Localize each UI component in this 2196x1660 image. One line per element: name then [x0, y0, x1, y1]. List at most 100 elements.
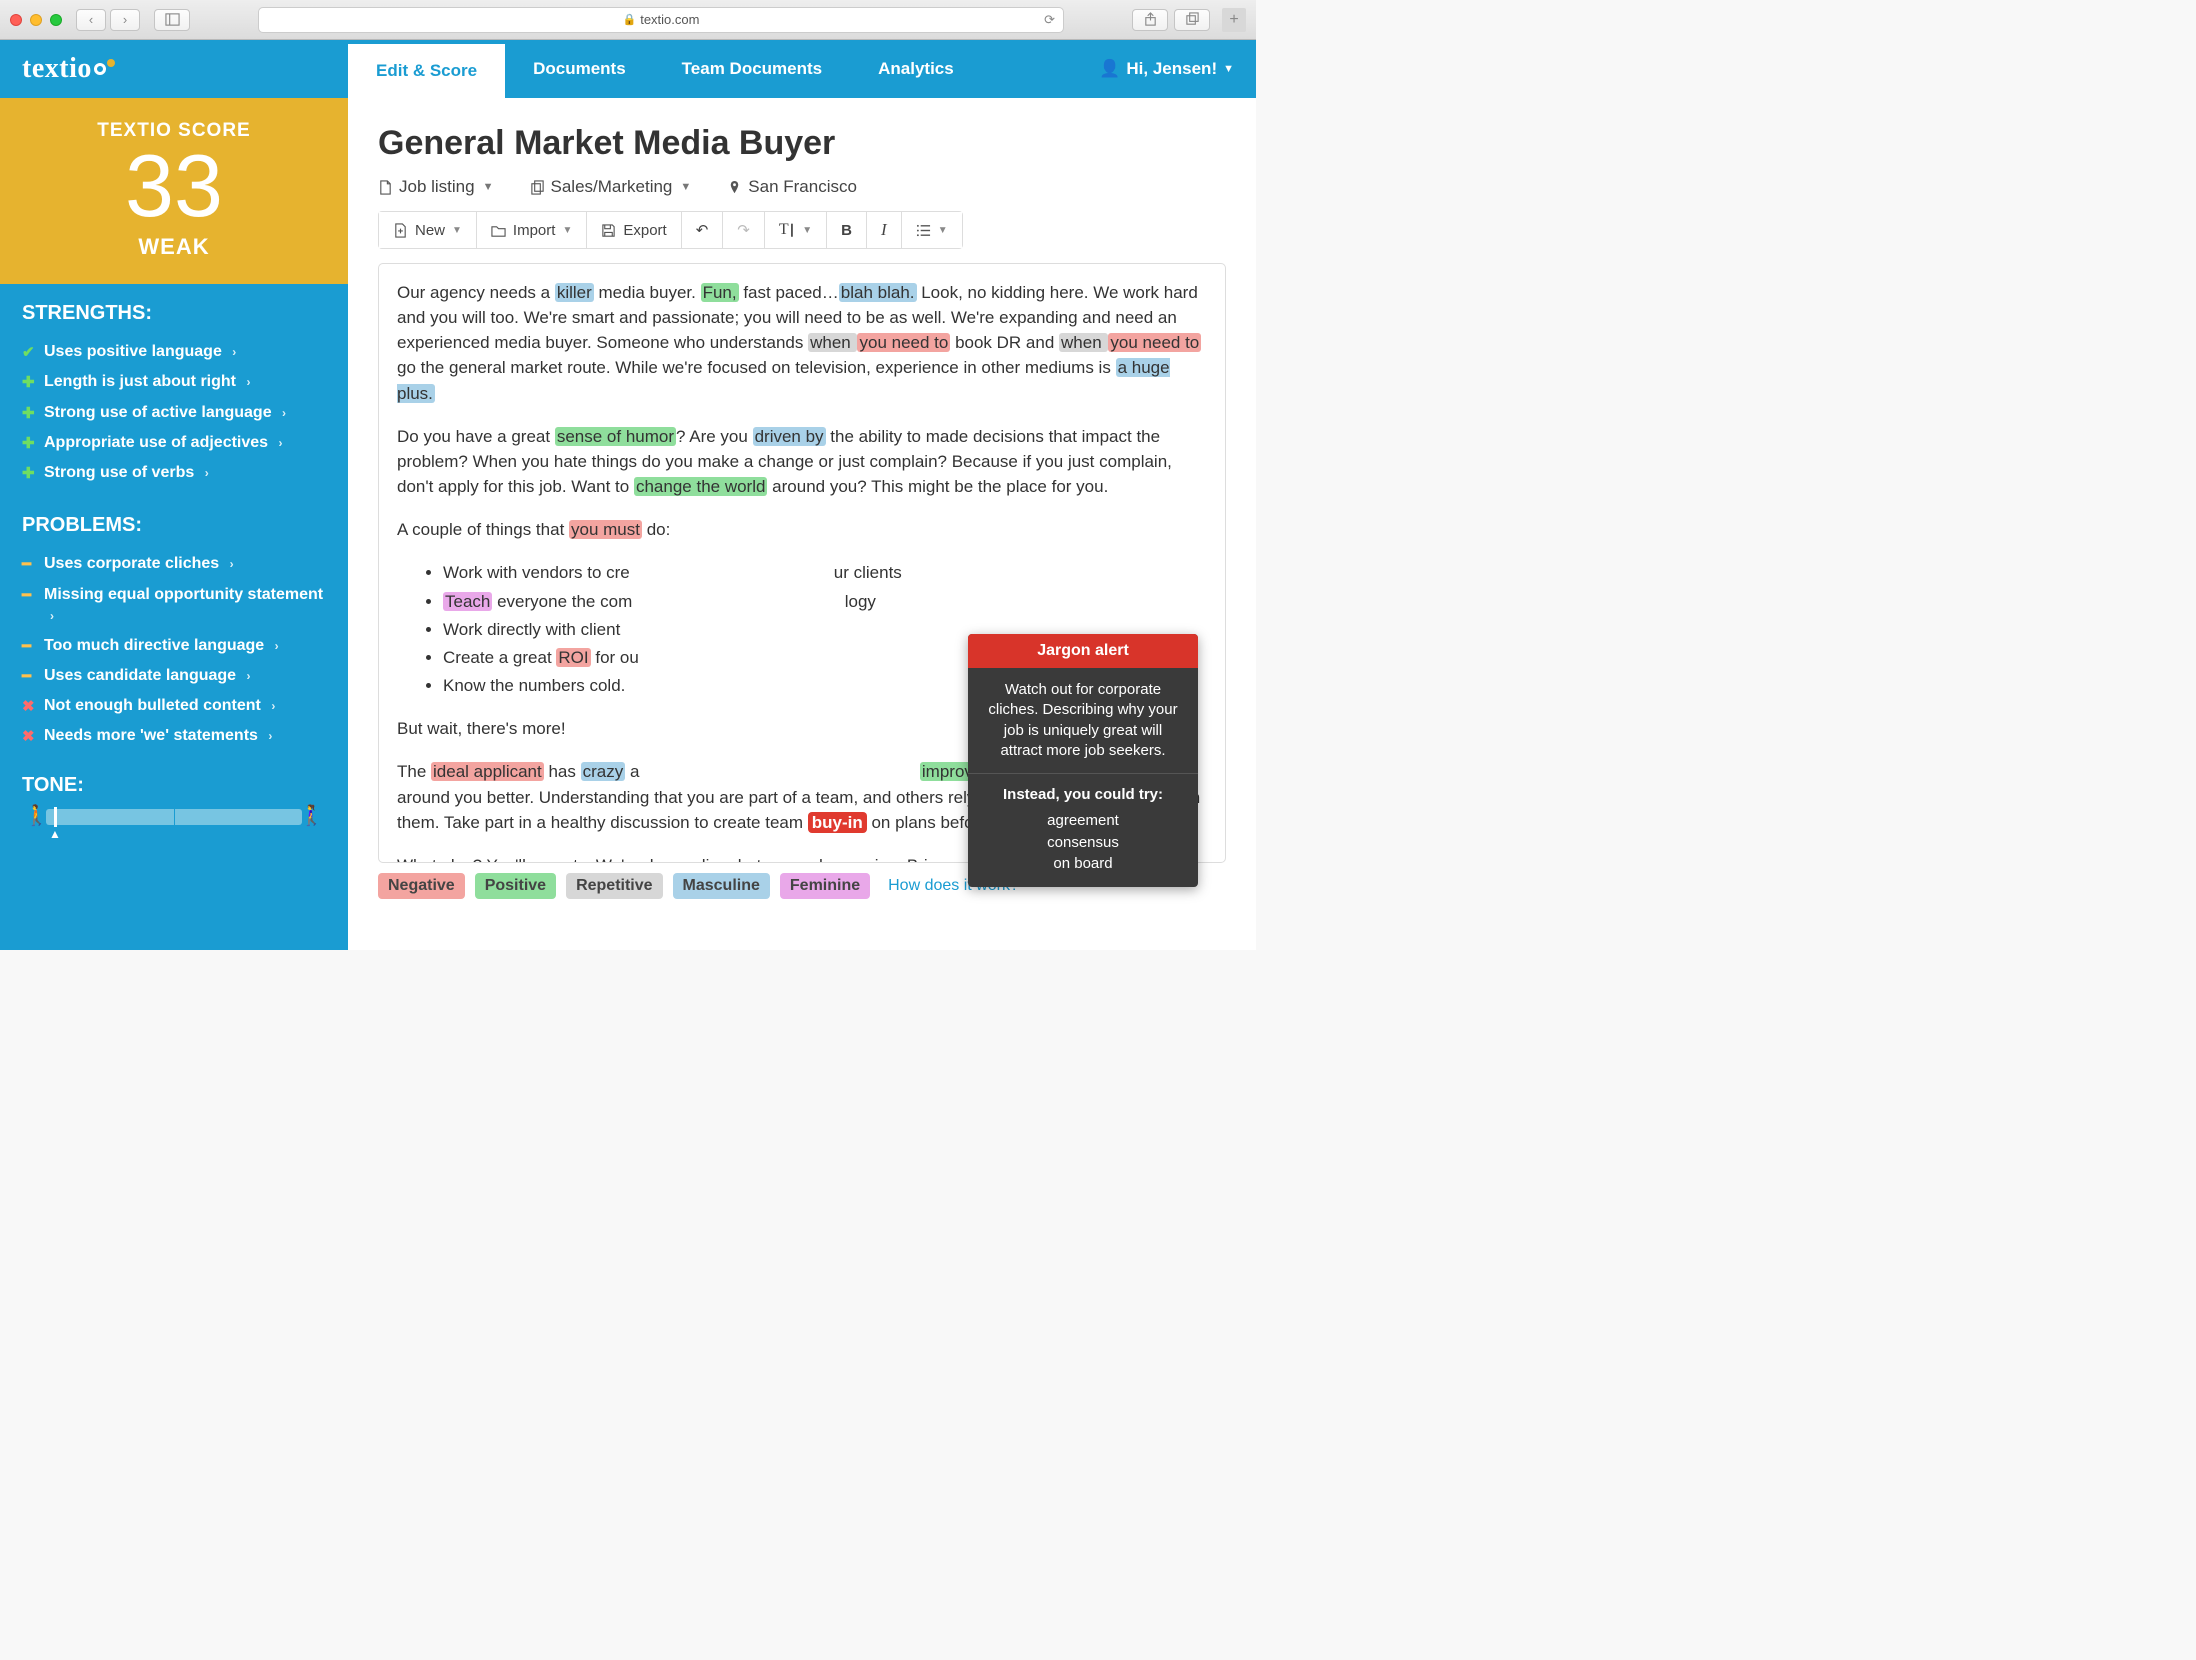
doc-type-select[interactable]: Job listing▼ [378, 177, 494, 197]
new-tab-button[interactable]: + [1222, 8, 1246, 32]
highlight-masculine[interactable]: crazy [581, 762, 626, 781]
problem-item[interactable]: ━Missing equal opportunity statement › [22, 580, 326, 631]
tone-slider-thumb[interactable] [54, 807, 57, 827]
tab-edit-score[interactable]: Edit & Score [348, 40, 505, 98]
female-icon: 🚶‍♀️ [299, 803, 324, 828]
brand-logo[interactable]: textio [22, 53, 115, 85]
problem-item[interactable]: ━Too much directive language › [22, 631, 326, 661]
suggestion-option[interactable]: agreement [982, 810, 1184, 832]
share-button[interactable] [1132, 9, 1168, 31]
plus-icon: ✚ [22, 373, 44, 393]
chevron-down-icon: ▼ [802, 225, 812, 236]
problem-item[interactable]: ✖Not enough bulleted content › [22, 691, 326, 721]
highlight-repetitive[interactable]: when [1059, 333, 1108, 352]
highlight-selected[interactable]: buy-in [808, 812, 867, 833]
highlight-positive[interactable]: sense of humor [555, 427, 676, 446]
legend-repetitive[interactable]: Repetitive [566, 873, 662, 899]
chevron-right-icon: › [230, 557, 234, 571]
back-button[interactable]: ‹ [76, 9, 106, 31]
reload-icon[interactable]: ⟳ [1044, 12, 1055, 28]
highlight-masculine[interactable]: killer [555, 283, 594, 302]
tab-team-documents[interactable]: Team Documents [654, 40, 850, 98]
minimize-window[interactable] [30, 14, 42, 26]
tab-analytics[interactable]: Analytics [850, 40, 982, 98]
chevron-right-icon: › [271, 699, 275, 713]
list-icon [916, 223, 931, 238]
highlight-masculine[interactable]: driven by [753, 427, 826, 446]
dash-icon: ━ [22, 637, 44, 657]
redo-icon: ↷ [737, 221, 750, 239]
highlight-negative[interactable]: you must [569, 520, 642, 539]
sidebar: textio TEXTIO SCORE 33 WEAK STRENGTHS: ✔… [0, 40, 348, 950]
copy-icon [530, 180, 545, 195]
document-icon [378, 180, 393, 195]
highlight-positive[interactable]: Fun, [701, 283, 739, 302]
highlight-repetitive[interactable]: when [808, 333, 857, 352]
highlight-feminine[interactable]: Teach [443, 592, 492, 611]
legend-positive[interactable]: Positive [475, 873, 556, 899]
logo-dot-icon [107, 59, 115, 67]
problem-item[interactable]: ━Uses candidate language › [22, 661, 326, 691]
strength-item[interactable]: ✚Appropriate use of adjectives › [22, 428, 326, 458]
score-label: WEAK [0, 234, 348, 260]
tabs-button[interactable] [1174, 9, 1210, 31]
highlight-negative[interactable]: you need to [1108, 333, 1201, 352]
legend-negative[interactable]: Negative [378, 873, 465, 899]
legend-feminine[interactable]: Feminine [780, 873, 870, 899]
suggestion-option[interactable]: consensus [982, 832, 1184, 854]
chevron-right-icon: › [50, 609, 54, 623]
italic-icon: I [881, 220, 887, 240]
tone-indicator-icon: ▲ [49, 827, 61, 841]
chevron-right-icon: › [268, 729, 272, 743]
tooltip-suggestions: Instead, you could try: agreement consen… [968, 774, 1198, 887]
strength-item[interactable]: ✔Uses positive language › [22, 337, 326, 367]
forward-button[interactable]: › [110, 9, 140, 31]
list-button[interactable]: ▼ [902, 212, 962, 248]
x-icon: ✖ [22, 697, 44, 717]
tooltip-body: Watch out for corporate cliches. Describ… [968, 668, 1198, 774]
highlight-negative[interactable]: ideal applicant [431, 762, 544, 781]
import-button[interactable]: Import▼ [477, 212, 587, 248]
tone-heading: TONE: [22, 774, 326, 797]
problem-item[interactable]: ━Uses corporate cliches › [22, 549, 326, 579]
tone-slider[interactable]: ▲ [46, 809, 302, 825]
chevron-right-icon: › [275, 639, 279, 653]
chevron-down-icon: ▼ [483, 181, 494, 193]
highlight-negative[interactable]: you need to [857, 333, 950, 352]
undo-button[interactable]: ↶ [682, 212, 724, 248]
strength-item[interactable]: ✚Length is just about right › [22, 367, 326, 397]
chevron-right-icon: › [232, 345, 236, 359]
legend-masculine[interactable]: Masculine [673, 873, 770, 899]
text-style-button[interactable]: T┃ ▼ [765, 212, 827, 248]
close-window[interactable] [10, 14, 22, 26]
score-value: 33 [0, 142, 348, 230]
plus-file-icon [393, 223, 408, 238]
export-button[interactable]: Export [587, 212, 681, 248]
user-icon: 👤 [1099, 59, 1120, 79]
maximize-window[interactable] [50, 14, 62, 26]
strength-item[interactable]: ✚Strong use of active language › [22, 398, 326, 428]
highlight-negative[interactable]: ROI [556, 648, 590, 667]
user-menu[interactable]: 👤 Hi, Jensen! ▼ [1077, 40, 1256, 98]
problem-item[interactable]: ✖Needs more 'we' statements › [22, 721, 326, 751]
new-button[interactable]: New▼ [379, 212, 477, 248]
italic-button[interactable]: I [867, 212, 902, 248]
suggestion-option[interactable]: on board [982, 853, 1184, 875]
highlight-positive[interactable]: change the world [634, 477, 767, 496]
tab-documents[interactable]: Documents [505, 40, 654, 98]
lock-icon: 🔒 [623, 13, 637, 26]
editor-toolbar: New▼ Import▼ Export ↶ ↷ T┃ ▼ B I ▼ [378, 211, 963, 249]
text-icon: T┃ [779, 221, 795, 239]
redo-button[interactable]: ↷ [723, 212, 765, 248]
strength-item[interactable]: ✚Strong use of verbs › [22, 458, 326, 488]
location-display[interactable]: San Francisco [727, 177, 857, 197]
sidebar-toggle[interactable] [154, 9, 190, 31]
tooltip-title: Jargon alert [968, 634, 1198, 668]
url-bar[interactable]: 🔒 textio.com ⟳ [258, 7, 1064, 33]
highlight-masculine[interactable]: blah blah. [839, 283, 917, 302]
chevron-down-icon: ▼ [1223, 63, 1234, 75]
category-select[interactable]: Sales/Marketing▼ [530, 177, 692, 197]
save-icon [601, 223, 616, 238]
chevron-down-icon: ▼ [938, 225, 948, 236]
bold-button[interactable]: B [827, 212, 867, 248]
